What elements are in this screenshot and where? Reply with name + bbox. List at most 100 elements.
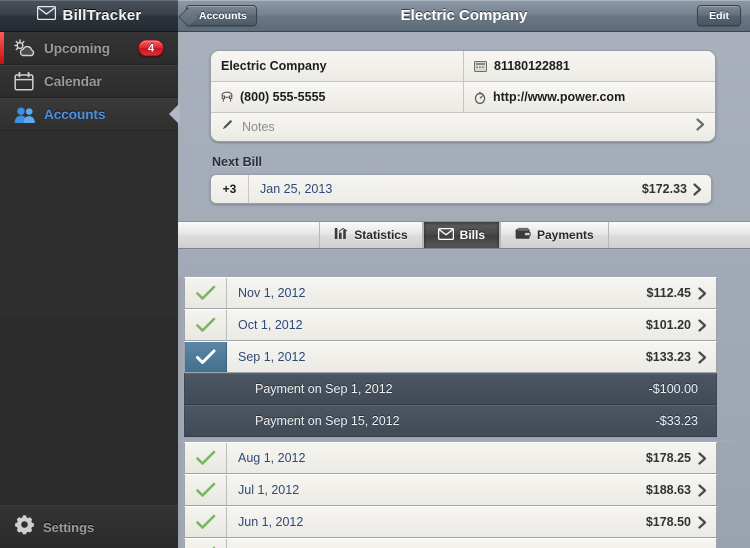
card-row-top: Electric Company 81180122881 bbox=[211, 51, 715, 82]
bills-list-inner: Nov 1, 2012 $112.45 Oct 1, 2012 $101.20 bbox=[178, 277, 734, 548]
sidebar-item-label: Accounts bbox=[44, 107, 106, 122]
sidebar-spacer bbox=[0, 318, 178, 505]
sidebar-item-settings[interactable]: Settings bbox=[0, 505, 178, 548]
chevron-right-icon bbox=[691, 475, 716, 505]
main-panel: Accounts Electric Company Edit Electric … bbox=[178, 0, 750, 548]
bill-date: Jun 1, 2012 bbox=[238, 515, 304, 529]
edit-button[interactable]: Edit bbox=[697, 5, 741, 26]
check-icon bbox=[195, 514, 215, 529]
phone-value: (800) 555-5555 bbox=[240, 90, 326, 104]
check-icon bbox=[195, 482, 215, 497]
table-row[interactable]: Jun 1, 2012 $178.50 bbox=[184, 506, 717, 538]
calendar-icon bbox=[14, 72, 40, 91]
phone-cell[interactable]: (800) 555-5555 bbox=[211, 82, 463, 113]
website-value: http://www.power.com bbox=[493, 90, 626, 104]
check-icon bbox=[195, 285, 215, 300]
back-button[interactable]: Accounts bbox=[186, 5, 257, 26]
compass-icon bbox=[474, 91, 486, 104]
chevron-right-icon bbox=[691, 507, 716, 537]
notes-placeholder: Notes bbox=[242, 120, 275, 134]
bill-amount: $178.50 bbox=[645, 515, 691, 529]
bill-amount: $112.45 bbox=[646, 286, 692, 300]
bill-date: Oct 1, 2012 bbox=[238, 318, 303, 332]
website-cell[interactable]: http://www.power.com bbox=[463, 82, 715, 113]
phone-icon bbox=[221, 91, 233, 103]
people-icon bbox=[14, 106, 40, 124]
next-bill-count-badge: +3 bbox=[211, 175, 249, 203]
bill-amount: $188.63 bbox=[645, 483, 691, 497]
pencil-icon bbox=[221, 118, 234, 136]
tab-label: Statistics bbox=[354, 228, 408, 242]
bills-list[interactable]: Nov 1, 2012 $112.45 Oct 1, 2012 $101.20 bbox=[178, 277, 750, 548]
next-bill-amount: $172.33 bbox=[641, 182, 687, 196]
sidebar-item-upcoming[interactable]: Upcoming 4 bbox=[0, 32, 178, 65]
payment-amount: -$100.00 bbox=[648, 382, 698, 396]
gear-icon bbox=[14, 514, 35, 540]
payment-row[interactable]: Payment on Sep 1, 2012 -$100.00 bbox=[184, 373, 717, 405]
card-icon bbox=[474, 60, 487, 72]
tab-bar: Statistics Bills Payments bbox=[178, 221, 750, 249]
page-title: Electric Company bbox=[400, 7, 528, 24]
app-window: BillTracker Upcoming 4 Calendar Accounts… bbox=[0, 0, 750, 548]
navigation-bar: Accounts Electric Company Edit bbox=[178, 0, 750, 32]
sidebar-item-accounts[interactable]: Accounts bbox=[0, 98, 178, 131]
chevron-right-icon bbox=[691, 342, 716, 372]
sidebar-item-label: Upcoming bbox=[44, 40, 110, 56]
check-icon bbox=[195, 349, 215, 364]
account-name-cell[interactable]: Electric Company bbox=[211, 51, 463, 82]
tab-label: Payments bbox=[537, 228, 594, 242]
check-icon bbox=[195, 317, 215, 332]
payment-amount: -$33.23 bbox=[655, 414, 698, 428]
next-bill-row[interactable]: +3 Jan 25, 2013 $172.33 bbox=[210, 174, 712, 204]
account-info-card: Electric Company 81180122881 (800) 555-5… bbox=[210, 50, 716, 142]
next-bill-date: Jan 25, 2013 bbox=[260, 182, 333, 196]
bill-date: May 1, 2012 bbox=[227, 539, 647, 548]
account-name-value: Electric Company bbox=[221, 59, 327, 73]
paid-check-cell[interactable] bbox=[185, 310, 227, 340]
bill-date: Jul 1, 2012 bbox=[238, 483, 300, 497]
tab-payments[interactable]: Payments bbox=[500, 222, 609, 248]
tab-statistics[interactable]: Statistics bbox=[319, 222, 423, 248]
chevron-right-icon bbox=[691, 278, 716, 308]
bar-chart-icon bbox=[334, 227, 348, 243]
chevron-right-icon bbox=[696, 118, 705, 136]
paid-check-cell[interactable] bbox=[185, 475, 227, 505]
paid-check-cell[interactable] bbox=[185, 342, 227, 372]
payment-label: Payment on Sep 1, 2012 bbox=[255, 382, 393, 396]
app-title: BillTracker bbox=[62, 7, 142, 24]
table-row[interactable]: Nov 1, 2012 $112.45 bbox=[184, 277, 717, 309]
paid-check-cell[interactable] bbox=[185, 507, 227, 537]
sidebar: BillTracker Upcoming 4 Calendar Accounts… bbox=[0, 0, 180, 548]
sidebar-item-calendar[interactable]: Calendar bbox=[0, 65, 178, 98]
paid-check-cell[interactable] bbox=[185, 443, 227, 473]
bill-date: Sep 1, 2012 bbox=[238, 350, 306, 364]
bill-amount: $185.11 bbox=[647, 539, 692, 548]
bill-amount: $178.25 bbox=[645, 451, 691, 465]
payment-row[interactable]: Payment on Sep 15, 2012 -$33.23 bbox=[184, 405, 717, 437]
bill-amount: $101.20 bbox=[645, 318, 691, 332]
sidebar-title-bar: BillTracker bbox=[0, 0, 178, 32]
paid-check-cell[interactable] bbox=[185, 278, 227, 308]
chevron-right-icon bbox=[691, 310, 716, 340]
bill-amount: $133.23 bbox=[645, 350, 691, 364]
bill-date: Aug 1, 2012 bbox=[238, 451, 306, 465]
envelope-icon bbox=[36, 5, 56, 25]
table-row[interactable]: Oct 1, 2012 $101.20 bbox=[184, 309, 717, 341]
sidebar-nav: Upcoming 4 Calendar Accounts bbox=[0, 32, 178, 318]
tab-bills[interactable]: Bills bbox=[422, 222, 500, 248]
bill-date: Nov 1, 2012 bbox=[238, 286, 306, 300]
paid-check-cell[interactable] bbox=[185, 539, 227, 548]
sidebar-item-label: Calendar bbox=[44, 74, 102, 89]
notes-row[interactable]: Notes bbox=[211, 113, 715, 141]
table-row[interactable]: Sep 1, 2012 $133.23 bbox=[184, 341, 717, 373]
account-number-cell[interactable]: 81180122881 bbox=[463, 51, 715, 82]
table-row[interactable]: May 1, 2012 $185.11 bbox=[184, 538, 717, 548]
tab-label: Bills bbox=[459, 228, 485, 242]
table-row[interactable]: Aug 1, 2012 $178.25 bbox=[184, 442, 717, 474]
account-number-value: 81180122881 bbox=[494, 59, 570, 73]
chevron-right-icon bbox=[693, 182, 711, 196]
table-row[interactable]: Jul 1, 2012 $188.63 bbox=[184, 474, 717, 506]
chevron-right-icon bbox=[691, 443, 716, 473]
selection-pointer-icon bbox=[169, 103, 180, 125]
payment-label: Payment on Sep 15, 2012 bbox=[255, 414, 400, 428]
